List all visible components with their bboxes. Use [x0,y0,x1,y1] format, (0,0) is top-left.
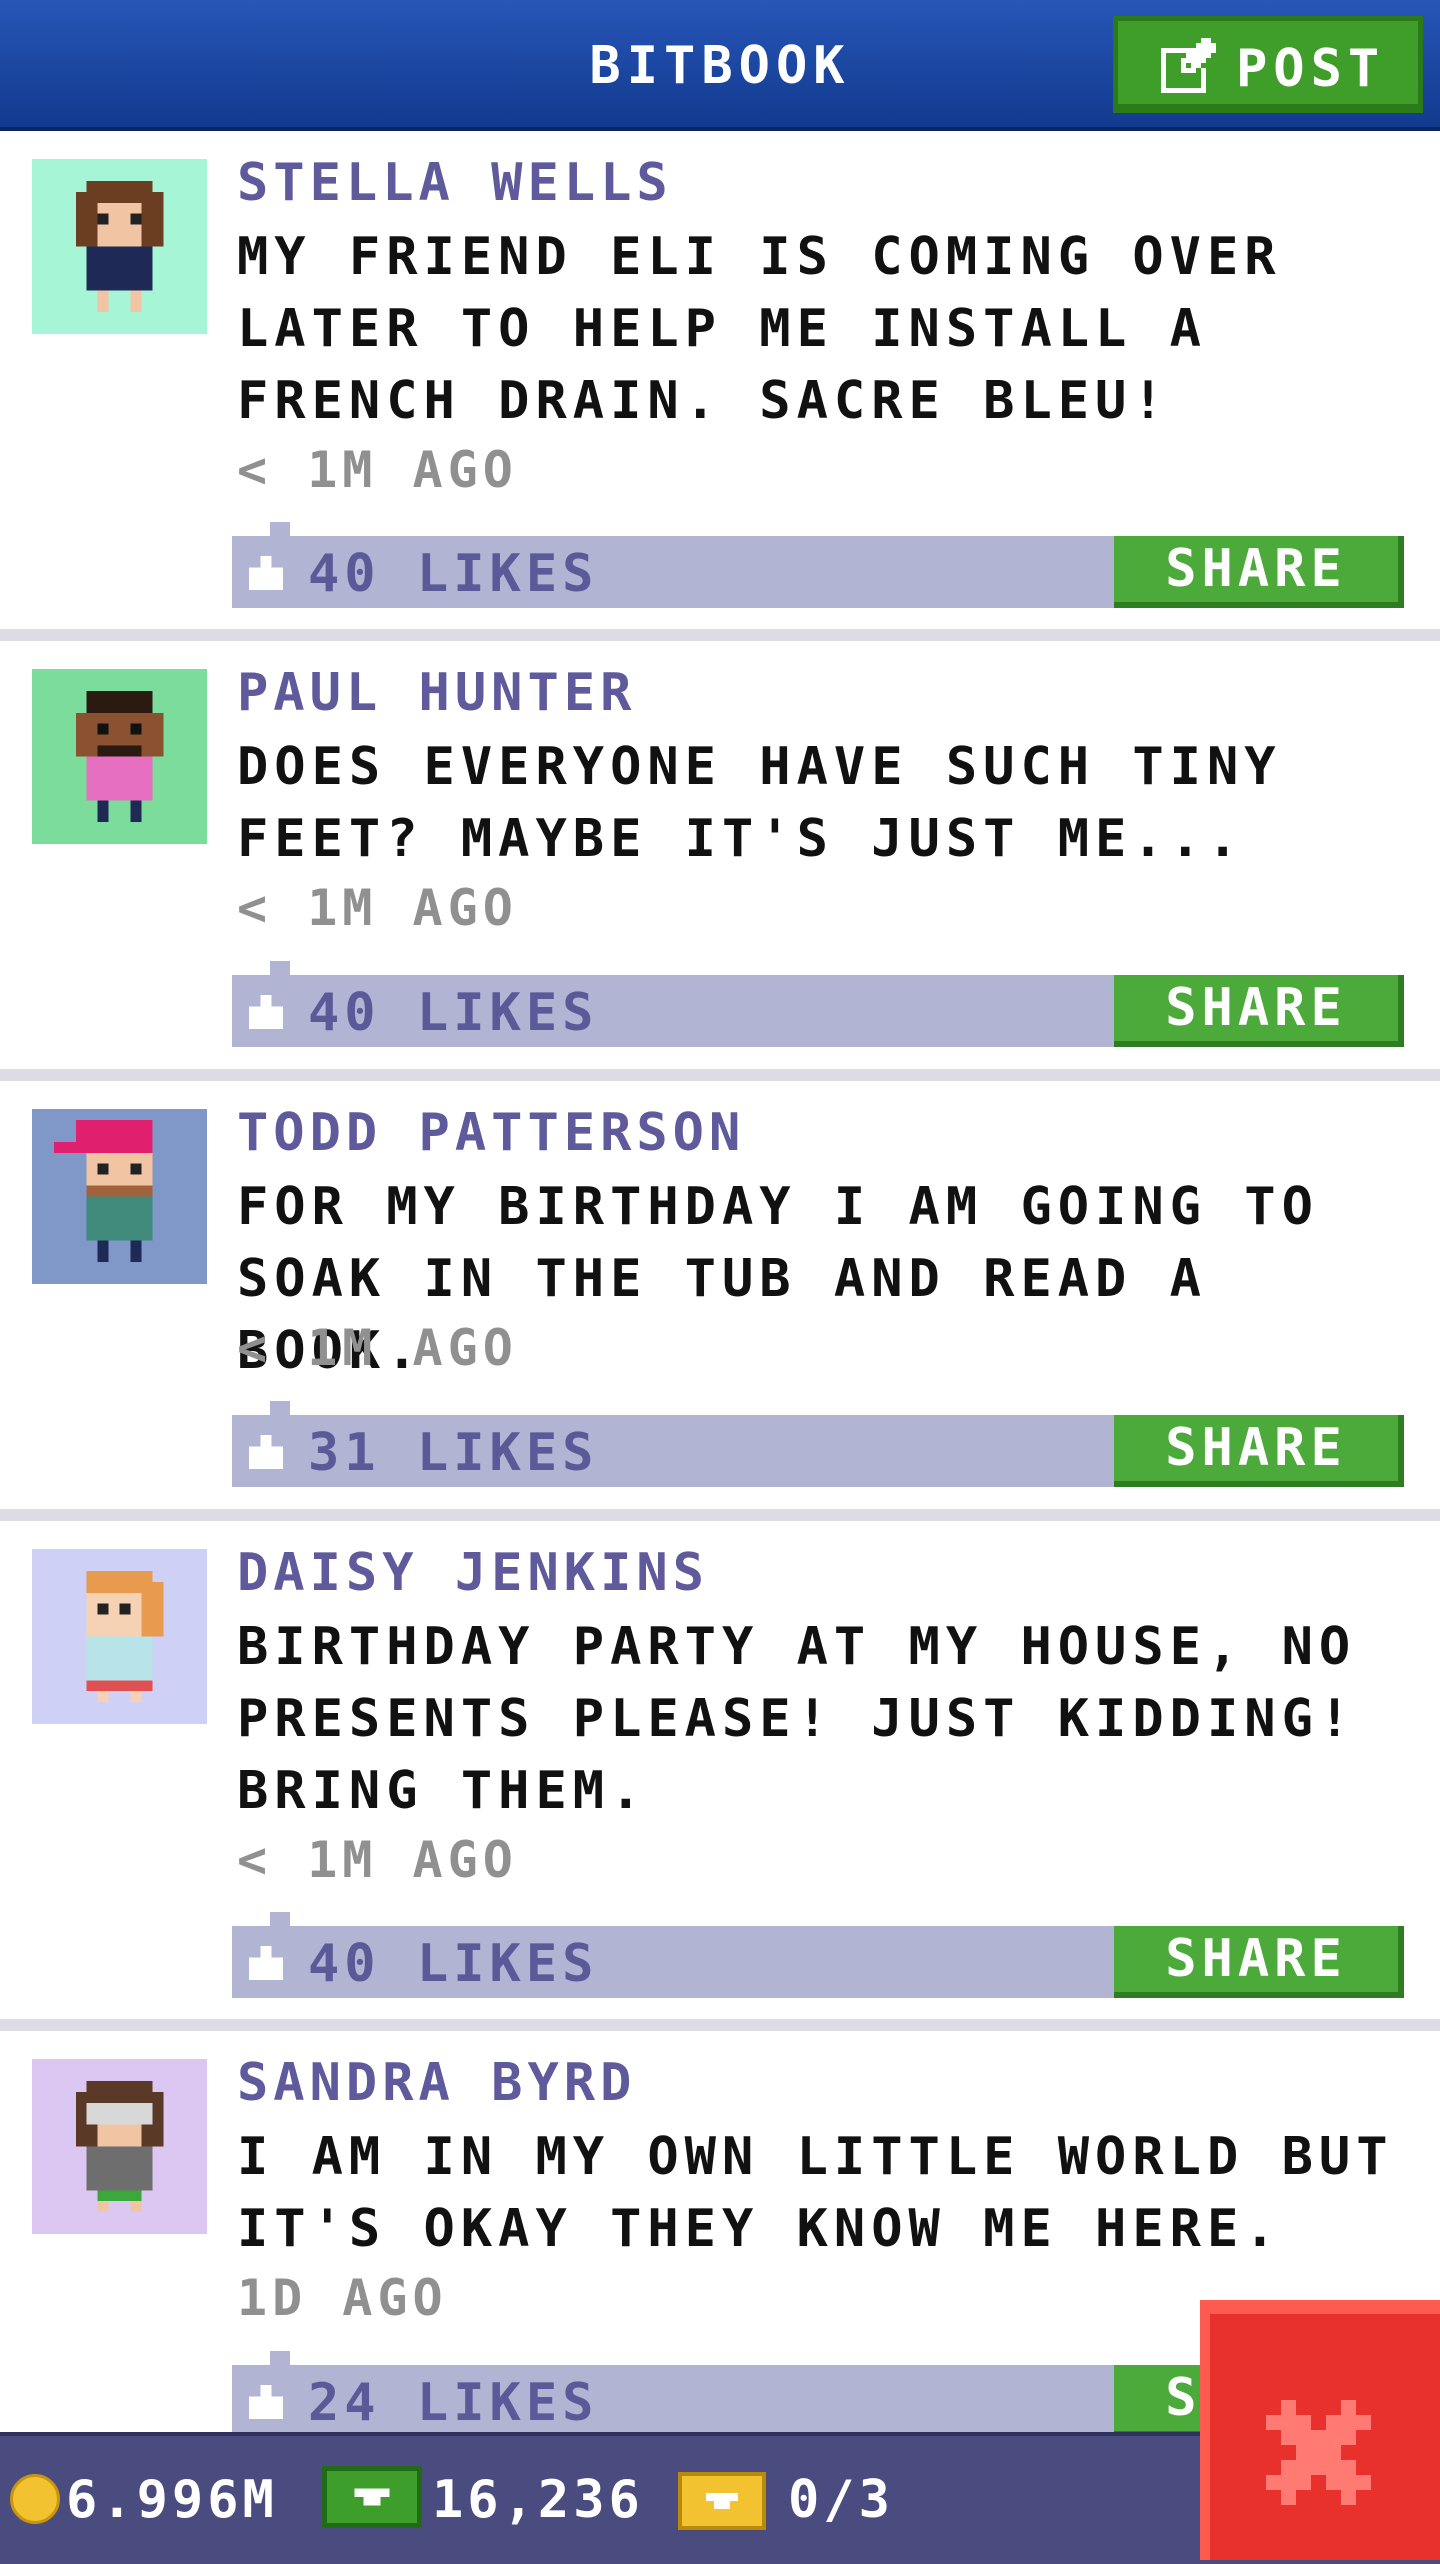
close-icon [1266,2400,1371,2505]
coins-value: 6.996M [66,2470,278,2530]
share-button[interactable]: SHARE [1114,975,1404,1047]
post-button-label: POST [1236,39,1386,99]
like-bar-tab [270,1912,290,1928]
likes-count: 31 LIKES [308,1423,599,1483]
feed-post: TODD PATTERSON FOR MY BIRTHDAY I AM GOIN… [0,1081,1440,1509]
like-bar[interactable]: 40 LIKES SHARE [232,1912,1404,1998]
ticket-icon [678,2472,766,2530]
like-bar-tab [270,522,290,538]
post-button[interactable]: POST [1113,16,1423,113]
post-time: < 1M AGO [237,441,518,499]
avatar [32,669,207,844]
post-time: < 1M AGO [237,879,518,937]
post-text: BIRTHDAY PARTY AT MY HOUSE, NO PRESENTS … [237,1617,1357,1821]
post-text: DOES EVERYONE HAVE SUCH TINY FEET? MAYBE… [237,737,1282,869]
post-time: < 1M AGO [237,1319,518,1377]
post-author[interactable]: SANDRA BYRD [237,2053,636,2113]
likes-count: 40 LIKES [308,983,599,1043]
avatar [32,159,207,334]
app-header: BITBOOK POST [0,0,1440,131]
coin-icon [10,2474,60,2524]
like-bar-tab [270,1401,290,1417]
likes-count: 24 LIKES [308,2373,599,2433]
like-bar-tab [270,961,290,977]
thumbs-up-icon [249,1946,283,1980]
post-text: I AM IN MY OWN LITTLE WORLD BUT IT'S OKA… [237,2127,1394,2259]
like-bar[interactable]: 40 LIKES SHARE [232,961,1404,1047]
likes-count: 40 LIKES [308,1934,599,1994]
share-button[interactable]: SHARE [1114,1415,1404,1487]
thumbs-up-icon [249,1435,283,1469]
avatar [32,2059,207,2234]
like-bar[interactable]: 40 LIKES SHARE [232,522,1404,608]
like-bar-tab [270,2351,290,2367]
thumbs-up-icon [249,2385,283,2419]
ticket-mark-icon [706,2493,738,2509]
thumbs-up-icon [249,556,283,590]
thumbs-up-icon [249,995,283,1029]
post-time: 1D AGO [237,2269,448,2327]
tickets-value: 0/3 [788,2470,894,2530]
share-button[interactable]: SHARE [1114,1926,1404,1998]
share-button[interactable]: SHARE [1114,536,1404,608]
bux-value: 16,236 [432,2470,644,2530]
like-bar[interactable]: 31 LIKES SHARE [232,1401,1404,1487]
avatar [32,1549,207,1724]
feed-post: PAUL HUNTER DOES EVERYONE HAVE SUCH TINY… [0,641,1440,1069]
post-author[interactable]: TODD PATTERSON [237,1103,745,1163]
avatar [32,1109,207,1284]
post-author[interactable]: DAISY JENKINS [237,1543,709,1603]
feed-post: DAISY JENKINS BIRTHDAY PARTY AT MY HOUSE… [0,1521,1440,2019]
likes-count: 40 LIKES [308,544,599,604]
close-button[interactable] [1200,2300,1440,2560]
bux-icon [322,2466,422,2528]
post-text: MY FRIEND ELI IS COMING OVER LATER TO HE… [237,227,1282,431]
edit-icon [1161,38,1216,93]
feed-post: STELLA WELLS MY FRIEND ELI IS COMING OVE… [0,131,1440,629]
post-time: < 1M AGO [237,1831,518,1889]
bux-arrow-icon [354,2488,390,2506]
post-author[interactable]: STELLA WELLS [237,153,673,213]
post-author[interactable]: PAUL HUNTER [237,663,636,723]
